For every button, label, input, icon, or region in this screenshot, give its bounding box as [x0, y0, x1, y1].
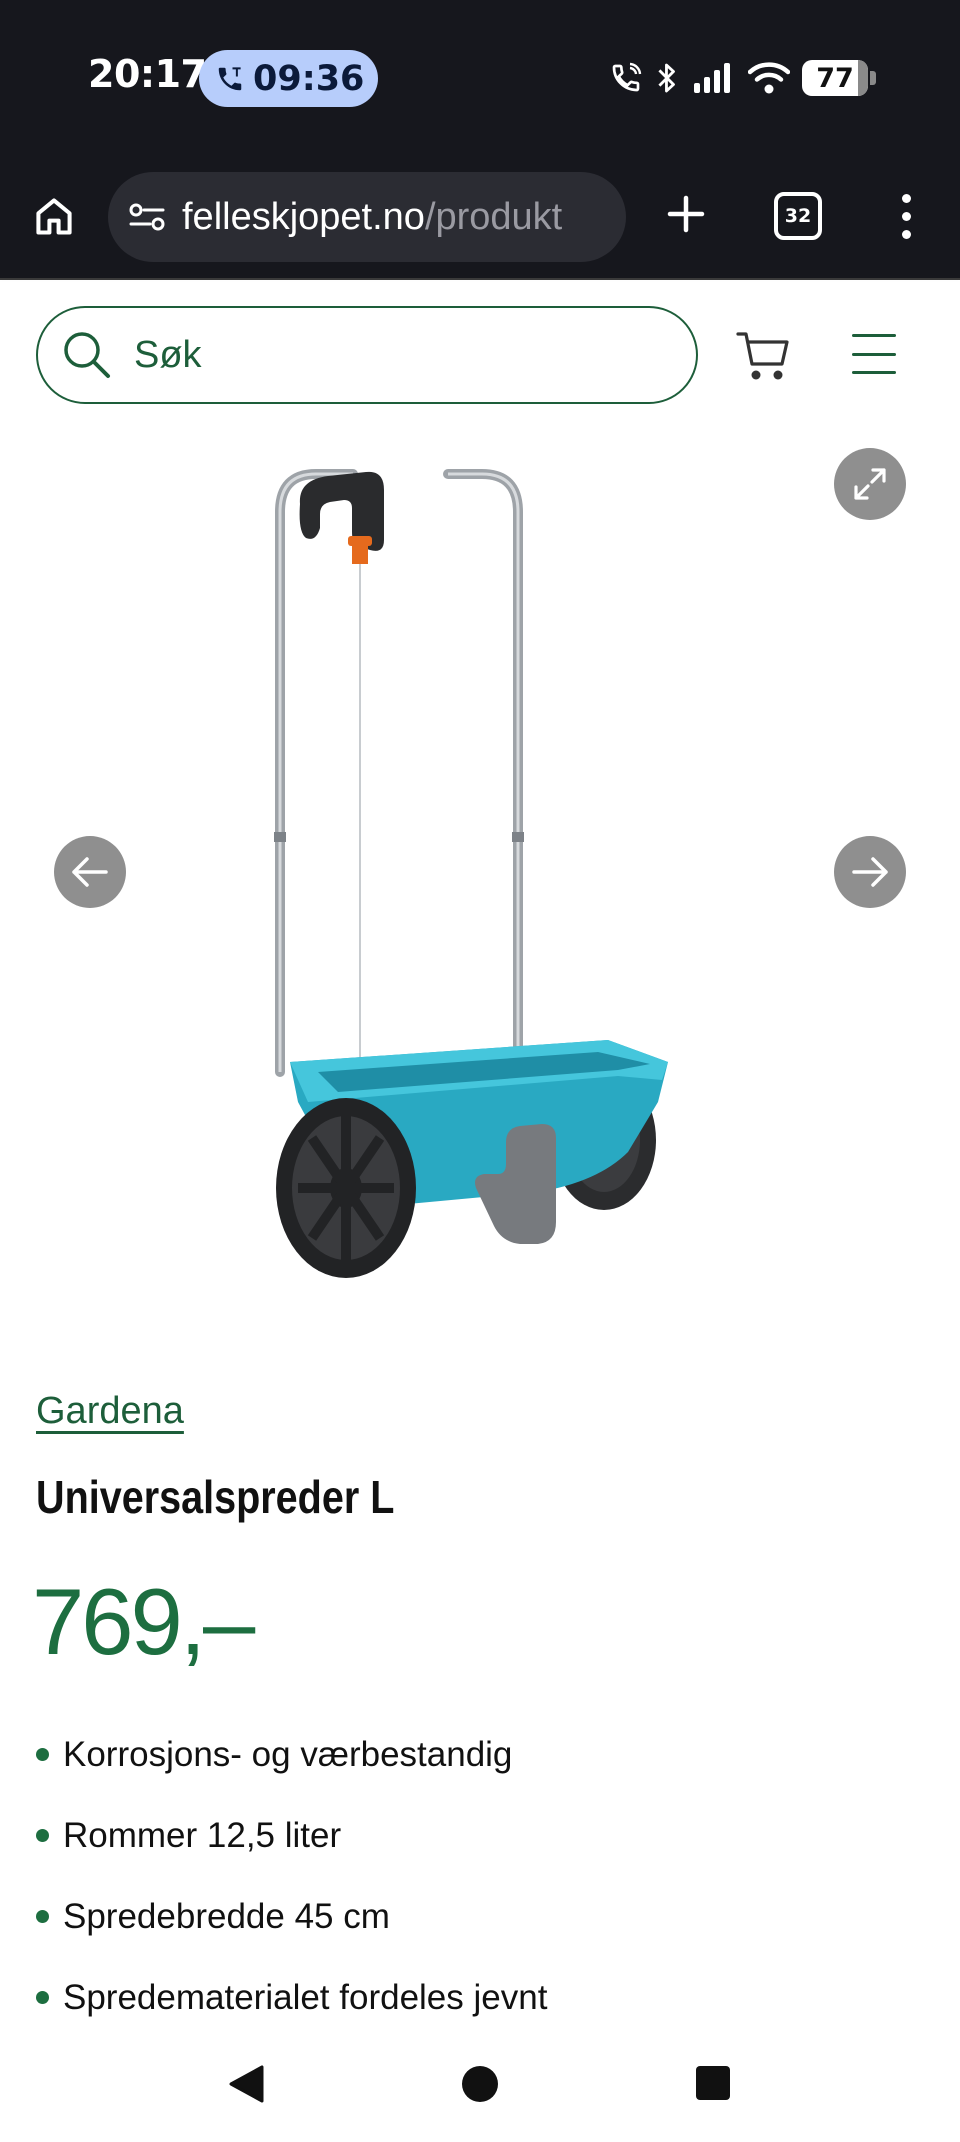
address-bar[interactable]: felleskjopet.no/produkt [108, 172, 626, 262]
browser-toolbar: felleskjopet.no/produkt 32 [0, 158, 960, 280]
fullscreen-button[interactable] [834, 448, 906, 520]
feature-text: Rommer 12,5 liter [63, 1815, 342, 1855]
call-timer: 09:36 [253, 58, 365, 99]
home-circle-icon[interactable] [462, 2066, 498, 2102]
call-icon [612, 62, 642, 92]
product-gallery [0, 432, 960, 1312]
url-path: /produkt [424, 195, 563, 238]
url-host: felleskjopet.no [182, 195, 425, 238]
feature-item: Rommer 12,5 liter [36, 1795, 547, 1876]
new-tab-button[interactable] [658, 186, 714, 242]
system-icons: 77 [610, 54, 876, 102]
arrow-left-icon [72, 857, 108, 887]
feature-item: Spredematerialet fordeles jevnt [36, 1957, 547, 2038]
feature-item: Spredebredde 45 cm [36, 1876, 547, 1957]
battery-level: 77 [816, 62, 854, 94]
bullet-icon [36, 1910, 49, 1923]
site-info-button[interactable] [126, 196, 168, 238]
search-icon [64, 332, 110, 378]
brand-link[interactable]: Gardena [36, 1390, 184, 1433]
bullet-icon [36, 1748, 49, 1761]
status-clock: 20:17 [88, 52, 207, 96]
ongoing-call-chip[interactable]: 09:36 [199, 50, 378, 107]
search-input[interactable] [134, 333, 654, 377]
feature-list: Korrosjons- og værbestandig Rommer 12,5 … [36, 1714, 547, 2038]
hamburger-icon [852, 334, 896, 337]
browser-home-button[interactable] [26, 188, 82, 244]
feature-item: Korrosjons- og værbestandig [36, 1714, 547, 1795]
feature-text: Korrosjons- og værbestandig [63, 1734, 513, 1774]
bullet-icon [36, 1991, 49, 2004]
search-field[interactable] [36, 306, 698, 404]
cart-button[interactable] [734, 326, 794, 386]
battery-indicator: 77 [802, 60, 876, 96]
product-price: 769,– [32, 1569, 255, 1674]
wifi-icon [748, 62, 790, 94]
back-icon[interactable] [226, 2064, 266, 2104]
home-icon [36, 198, 72, 235]
battery-icon: 77 [802, 60, 868, 96]
plus-icon [667, 195, 705, 233]
feature-text: Spredebredde 45 cm [63, 1896, 390, 1936]
product-image[interactable] [258, 452, 688, 1292]
tab-count: 32 [784, 205, 812, 227]
recents-icon[interactable] [696, 2066, 730, 2100]
more-vert-icon [901, 193, 911, 203]
tab-switcher-button[interactable]: 32 [774, 192, 822, 240]
bluetooth-icon [658, 63, 675, 93]
previous-image-button[interactable] [54, 836, 126, 908]
site-header [0, 282, 960, 432]
feature-text: Spredematerialet fordeles jevnt [63, 1977, 548, 2017]
main-menu-button[interactable] [852, 334, 896, 374]
site-info-icon [129, 203, 165, 231]
system-navigation-bar [0, 2030, 960, 2142]
cart-icon [736, 332, 789, 380]
status-bar: 20:17 09:36 77 [0, 0, 960, 158]
call-icon [218, 66, 242, 90]
browser-menu-button[interactable] [888, 186, 924, 246]
signal-icon [694, 63, 730, 93]
bullet-icon [36, 1829, 49, 1842]
arrow-right-icon [852, 857, 888, 887]
product-title: Universalspreder L [36, 1471, 395, 1523]
expand-icon [854, 468, 886, 500]
next-image-button[interactable] [834, 836, 906, 908]
